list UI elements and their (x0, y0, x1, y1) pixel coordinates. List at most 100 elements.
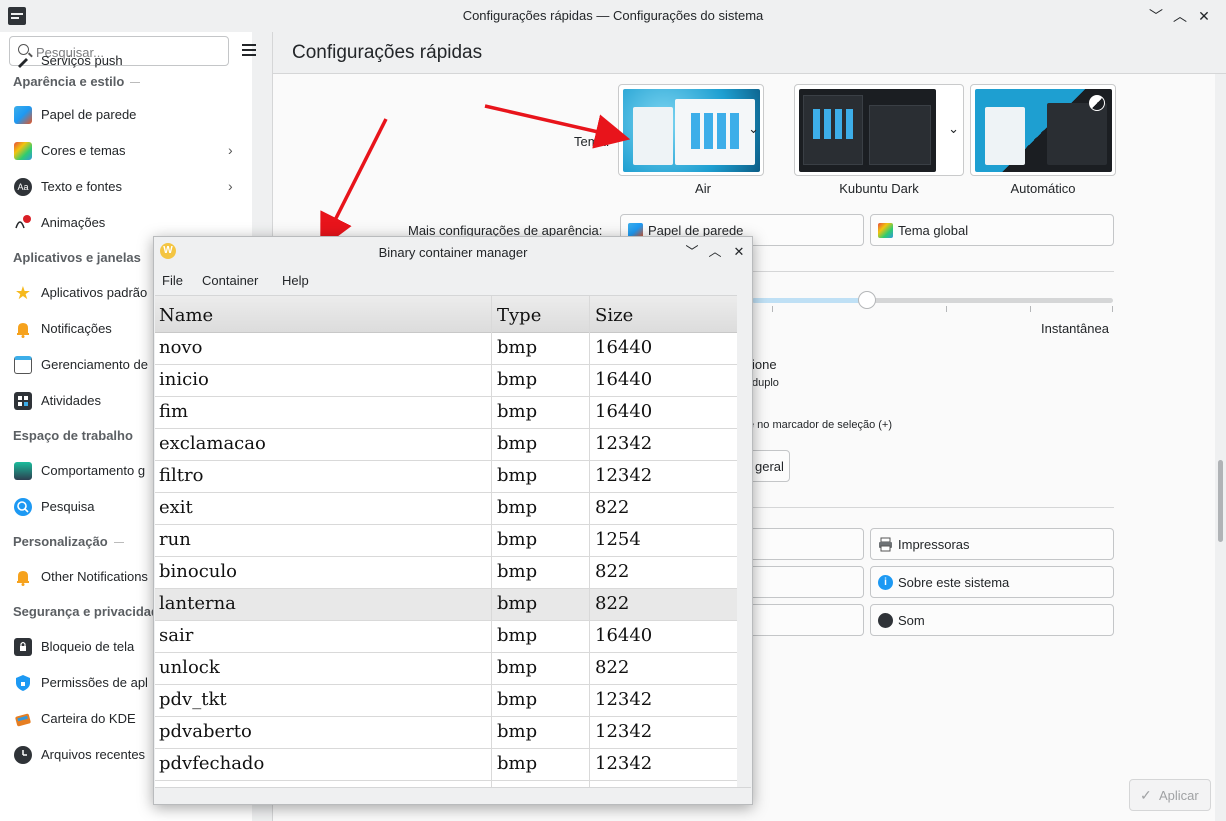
sidebar-item-label: Permissões de apl (41, 675, 148, 690)
shield-icon (14, 674, 32, 692)
table-row[interactable]: sair bmp 16440 (155, 621, 737, 653)
dialog-titlebar[interactable]: W Binary container manager ﹀ ︿ ✕ (154, 237, 752, 267)
theme-card-kubuntu-dark[interactable]: ⌄ (794, 84, 964, 176)
table-row[interactable]: unlock bmp 822 (155, 653, 737, 685)
table-row[interactable]: binoculo bmp 822 (155, 557, 737, 589)
cell-name: unlock (159, 657, 220, 678)
dialog-horizontal-scrollbar[interactable] (155, 787, 751, 804)
column-separator (589, 296, 590, 787)
hamburger-menu-button[interactable] (238, 44, 256, 60)
sidebar-item-label: Gerenciamento de (41, 357, 148, 372)
binary-container-manager-dialog: W Binary container manager ﹀ ︿ ✕ File Co… (153, 236, 753, 805)
theme-card-air[interactable]: ⌄ (618, 84, 764, 176)
about-system-button-label: Sobre este sistema (898, 575, 1010, 590)
cell-name: fim (159, 401, 189, 422)
sidebar-item-texto-e-fontes[interactable]: Aa Texto e fontes › (0, 170, 252, 204)
sidebar-item-cores-e-temas[interactable]: Cores e temas › (0, 134, 252, 168)
apply-button[interactable]: ✓ Aplicar (1129, 779, 1211, 811)
cell-type: bmp (497, 593, 538, 614)
column-header-name[interactable]: Name (159, 305, 213, 326)
cell-type: bmp (497, 497, 538, 518)
auto-theme-icon (1089, 95, 1105, 111)
dialog-close-button[interactable]: ✕ (729, 242, 749, 262)
partial-button-3[interactable] (740, 604, 864, 636)
maximize-button[interactable]: ︿ (1170, 6, 1190, 26)
sidebar-section-aparencia: Aparência e estilo (13, 74, 141, 89)
slider-tick (1030, 306, 1031, 312)
cell-size: 12342 (595, 753, 653, 774)
lock-screen-icon (14, 638, 32, 656)
cell-type: bmp (497, 753, 538, 774)
table-row[interactable]: exclamacao bmp 12342 (155, 429, 737, 461)
chevron-down-icon[interactable]: ⌄ (948, 121, 959, 137)
cell-name: pdvaberto (159, 721, 252, 742)
sound-button[interactable]: Som (870, 604, 1114, 636)
dialog-minimize-button[interactable]: ﹀ (682, 242, 702, 262)
sidebar-item-label: Comportamento g (41, 463, 146, 478)
theme-preview-automatico (975, 89, 1112, 172)
chevron-down-icon[interactable]: ⌄ (748, 121, 759, 137)
menu-file[interactable]: File (162, 273, 183, 288)
cell-size: 822 (595, 657, 630, 678)
table-row[interactable]: lanterna bmp 822 (155, 589, 737, 621)
window-titlebar[interactable]: Configurações rápidas — Configurações do… (0, 0, 1226, 32)
dialog-vertical-scrollbar[interactable] (737, 295, 751, 787)
cell-type: bmp (497, 657, 538, 678)
sidebar-item-servicos-push[interactable]: Serviços push (0, 44, 252, 78)
dialog-maximize-button[interactable]: ︿ (705, 242, 725, 262)
cell-name: exit (159, 497, 193, 518)
table-row[interactable]: pdvfechado bmp 12342 (155, 749, 737, 781)
search-icon (14, 498, 32, 516)
printers-button[interactable]: Impressoras (870, 528, 1114, 560)
cell-type: bmp (497, 529, 538, 550)
close-button[interactable]: ✕ (1194, 6, 1214, 26)
table-row[interactable]: fim bmp 16440 (155, 397, 737, 429)
content-scrollbar[interactable] (1215, 74, 1226, 821)
about-system-button[interactable]: i Sobre este sistema (870, 566, 1114, 598)
star-icon: ★ (14, 283, 32, 303)
cell-name: pdvfechado (159, 753, 265, 774)
theme-name-automatico: Automático (1010, 181, 1076, 196)
column-header-size[interactable]: Size (595, 305, 633, 326)
column-separator (491, 296, 492, 787)
animations-icon (14, 214, 32, 232)
menu-container[interactable]: Container (202, 273, 258, 288)
column-header-type[interactable]: Type (497, 305, 541, 326)
table-row[interactable]: inicio bmp 16440 (155, 365, 737, 397)
table-row[interactable]: run bmp 1254 (155, 525, 737, 557)
theme-preview-air (623, 89, 760, 172)
table-row[interactable]: exit bmp 822 (155, 493, 737, 525)
global-theme-button[interactable]: Tema global (870, 214, 1114, 246)
partial-button-2[interactable] (740, 566, 864, 598)
table-row[interactable]: filtro bmp 12342 (155, 461, 737, 493)
minimize-button[interactable]: ﹀ (1146, 6, 1166, 26)
click-behavior-partial-label: ione (752, 357, 777, 372)
sidebar-item-animacoes[interactable]: Animações (0, 206, 252, 240)
cell-name: lanterna (159, 593, 236, 614)
animation-speed-slider-handle[interactable] (858, 291, 876, 309)
cell-name: run (159, 529, 191, 550)
theme-card-automatico[interactable] (970, 84, 1116, 176)
cell-name: filtro (159, 465, 204, 486)
table-row[interactable]: pdv_tkt bmp 12342 (155, 685, 737, 717)
table-row[interactable]: pdvaberto bmp 12342 (155, 717, 737, 749)
cell-size: 16440 (595, 625, 653, 646)
cell-name: inicio (159, 369, 209, 390)
sidebar-section-seguranca: Segurança e privacidade (13, 604, 167, 619)
cell-name: pdv_tkt (159, 689, 227, 710)
cell-type: bmp (497, 337, 538, 358)
scrollbar-thumb[interactable] (1218, 460, 1223, 542)
chevron-right-icon: › (228, 178, 233, 194)
cell-type: bmp (497, 721, 538, 742)
sidebar-item-label: Bloqueio de tela (41, 639, 135, 654)
sidebar-item-label: Notificações (41, 321, 112, 336)
cell-size: 16440 (595, 401, 653, 422)
partial-button-1[interactable] (740, 528, 864, 560)
selection-marker-partial-label: e no marcador de seleção (+) (748, 419, 892, 431)
page-title: Configurações rápidas (292, 42, 483, 63)
menu-help[interactable]: Help (282, 273, 309, 288)
cell-name: binoculo (159, 561, 237, 582)
sidebar-item-papel-de-parede[interactable]: Papel de parede (0, 98, 252, 132)
cell-type: bmp (497, 625, 538, 646)
table-row[interactable]: novo bmp 16440 (155, 333, 737, 365)
